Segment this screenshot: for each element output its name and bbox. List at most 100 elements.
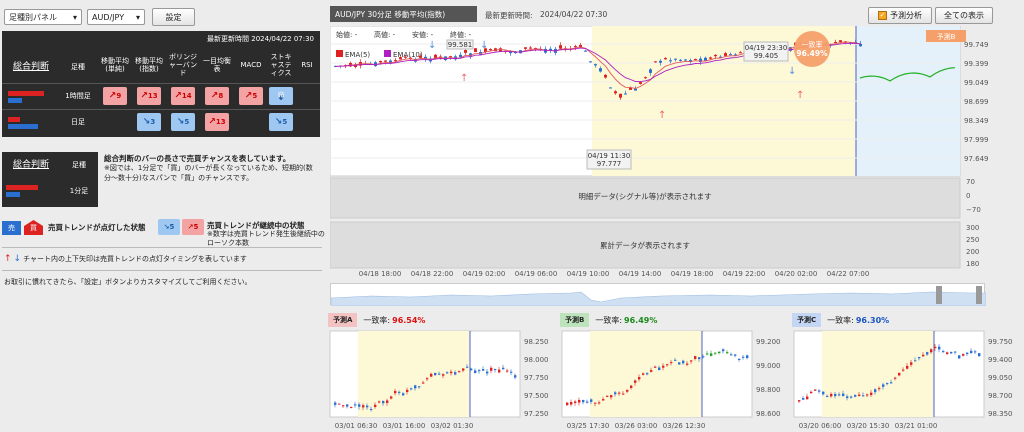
indicator-header-0: 移動平均(単純) <box>101 57 129 73</box>
main-chart[interactable]: 99.749 99.399 99.049 98.699 98.349 97.999 97.6… <box>330 26 995 276</box>
signal-cell-0-2[interactable]: ↗ 14 <box>171 87 195 105</box>
signal-count: 13 <box>215 118 226 126</box>
range-navigator[interactable] <box>330 283 987 307</box>
candle-body <box>566 402 569 406</box>
legend-tf-value: 1分足 <box>69 187 89 195</box>
signal-cell-0-5[interactable]: ⬇ 売 <box>269 87 293 105</box>
continue-state-sub: ※数字は売買トレンド発生後継続中のローソク本数 <box>207 230 325 247</box>
prediction-header: 予測A 一致率: 96.54% <box>328 313 554 327</box>
signal-cell-0-4[interactable]: ↗ 5 <box>239 87 263 105</box>
signal-count: 3 <box>150 118 156 126</box>
settings-button[interactable]: 設定 <box>152 8 195 26</box>
candle-body <box>926 352 929 355</box>
ohlc-high: 高値: - <box>374 30 396 39</box>
candle-body <box>418 386 421 388</box>
candle-body <box>474 370 477 373</box>
indicator-header-2: ボリンジャーバンド <box>168 53 198 77</box>
candle-body <box>734 354 737 356</box>
signal-cell-1-1[interactable]: ↘ 3 <box>137 113 161 131</box>
candle-body <box>702 356 705 358</box>
candle-body <box>818 390 821 392</box>
candle-body <box>654 61 657 63</box>
candle-body <box>890 382 893 384</box>
candle-body <box>386 400 389 403</box>
prediction-tag[interactable]: 予測C <box>792 313 822 327</box>
panel-select[interactable]: 足種別パネル ▾ <box>4 9 82 25</box>
customize-hint: お取引に慣れてきたら、「設定」ボタンよりカスタマイズしてご利用ください。 <box>4 278 252 286</box>
candle-body <box>506 370 509 372</box>
candle-body <box>614 91 617 94</box>
signal-cell-0-3[interactable]: ↗ 8 <box>205 87 229 105</box>
candle-body <box>870 392 873 396</box>
y-tick-label: 98.700 <box>988 392 1013 400</box>
show-all-button[interactable]: 全ての表示 <box>935 7 993 24</box>
candle-body <box>882 384 885 387</box>
candle-body <box>722 349 725 352</box>
arrow-down-icon: ↘ <box>274 117 283 127</box>
row-divider <box>2 83 320 84</box>
continue-buy-count: 5 <box>193 223 199 231</box>
candle-body <box>710 353 713 356</box>
candle-body <box>574 46 577 48</box>
candle-body <box>834 393 837 397</box>
x-tick-label: 04/19 18:00 <box>671 270 714 276</box>
candle-body <box>658 367 661 371</box>
candle-body <box>514 375 517 378</box>
prediction-match-label: 一致率: <box>363 315 391 325</box>
candle-body <box>354 404 357 406</box>
continue-sell-count: 5 <box>169 223 175 231</box>
candle-body <box>374 404 377 408</box>
pair-select[interactable]: AUD/JPY ▾ <box>87 9 145 25</box>
candle-body <box>649 69 652 73</box>
indicator-header-5: ストキャスティクス <box>270 53 292 77</box>
callout-latest-time: 04/19 23:30 <box>745 44 788 52</box>
candle-body <box>878 388 881 390</box>
candle-body <box>726 352 729 354</box>
navigator-left-handle[interactable] <box>936 286 942 304</box>
signal-cell-0-1[interactable]: ↗ 13 <box>137 87 161 105</box>
arrow-legend: ↑ ↓ チャート内の上下矢印は売買トレンドの点灯タイミングを表しています <box>4 254 247 264</box>
candle-body <box>674 359 677 361</box>
signal-cell-1-2[interactable]: ↘ 5 <box>171 113 195 131</box>
candle-body <box>846 396 849 399</box>
ohlc-close: 終値: - <box>450 30 472 39</box>
candle-body <box>490 367 493 371</box>
candle-body <box>578 399 581 403</box>
x-tick-label: 04/20 02:00 <box>775 270 818 276</box>
predict-analysis-button[interactable]: ✓ 予測分析 <box>868 7 932 24</box>
candle-body <box>478 370 481 372</box>
candle-body <box>729 54 732 56</box>
candle-body <box>942 351 945 353</box>
candle-body <box>454 372 457 375</box>
candle-body <box>694 356 697 359</box>
candle-body <box>464 50 467 53</box>
buy-lit-icon: 買 <box>24 220 43 235</box>
signal-cell-1-3[interactable]: ↗ 13 <box>205 113 229 131</box>
candle-body <box>670 362 673 364</box>
candle-body <box>450 371 453 374</box>
prediction-tag[interactable]: 予測B <box>560 313 590 327</box>
col-timeframe-header: 足種 <box>71 63 85 71</box>
candle-body <box>378 401 381 403</box>
sell-bar <box>6 192 20 197</box>
candle-body <box>590 399 593 402</box>
callout-low-time: 04/19 11:30 <box>588 152 631 160</box>
candle-body <box>902 369 905 371</box>
navigator-right-handle[interactable] <box>976 286 982 304</box>
candle-body <box>346 404 349 407</box>
candle-body <box>742 356 745 358</box>
signal-cell-0-0[interactable]: ↗ 9 <box>103 87 127 105</box>
prediction-header: 予測C 一致率: 96.30% <box>792 313 1018 327</box>
prediction-match-value: 96.30% <box>855 315 890 325</box>
candle-body <box>482 369 485 371</box>
candle-body <box>950 351 953 354</box>
candle-body <box>489 48 492 51</box>
candle-body <box>382 401 385 404</box>
candle-body <box>486 371 489 374</box>
signal-cell-1-5[interactable]: ↘ 5 <box>269 113 293 131</box>
arrow-up-icon: ↗ <box>108 91 117 101</box>
x-tick-label: 04/19 22:00 <box>723 270 766 276</box>
candle-body <box>406 389 409 393</box>
y-tick-label: 98.000 <box>524 356 549 364</box>
prediction-tag[interactable]: 予測A <box>328 313 358 327</box>
